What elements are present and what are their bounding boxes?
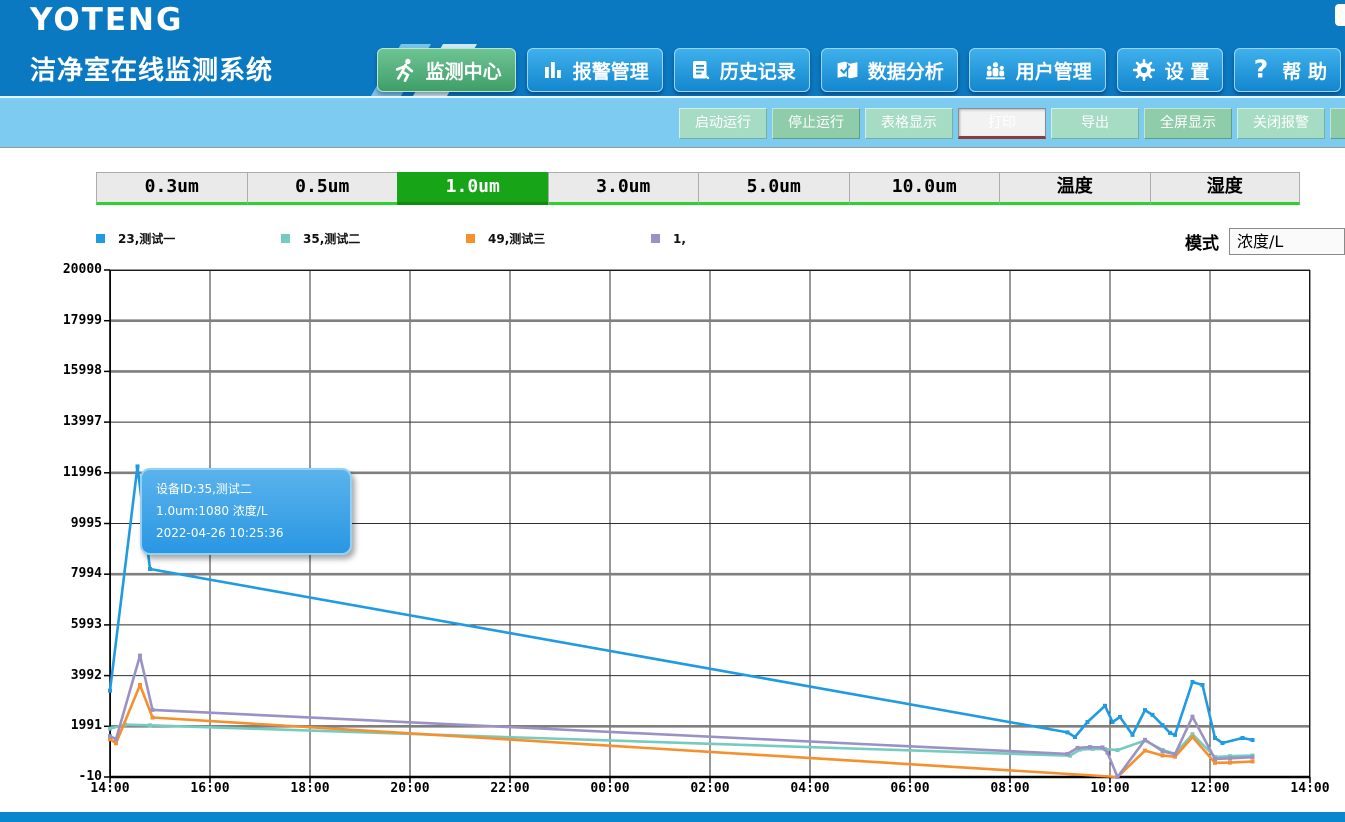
nav-label: 用户管理 [1016,57,1092,84]
legend-item[interactable]: 23,测试一 [96,230,281,247]
question-icon: ? [1248,57,1274,83]
nav-label: 监测中心 [426,57,502,84]
book-chart-icon [835,58,860,83]
nav-data-analysis-button[interactable]: 数据分析 [821,48,958,92]
tab-温度[interactable]: 温度 [999,172,1150,205]
y-axis-label: 15998 [12,363,102,378]
export-button[interactable]: 导出 [1051,108,1139,139]
chart-tooltip: 设备ID:35,测试二 1.0um:1080 浓度/L 2022-04-26 1… [140,468,352,555]
tab-5-0um[interactable]: 5.0um [698,172,849,205]
y-axis-label: 11996 [12,465,102,480]
nav-label: 报警管理 [573,57,649,84]
tooltip-value-line: 1.0um:1080 浓度/L [156,500,336,522]
legend-item[interactable]: 35,测试二 [281,230,466,247]
tab-10-0um[interactable]: 10.0um [849,172,1000,205]
x-axis-label: 00:00 [573,781,647,796]
tab-0-3um[interactable]: 0.3um [96,172,247,205]
legend-swatch [466,234,475,243]
bottom-bar [0,812,1345,822]
legend-label: 35,测试二 [303,230,360,247]
legend-swatch [281,234,290,243]
tab-1-0um[interactable]: 1.0um [397,172,548,205]
y-axis-label: 3992 [12,668,102,683]
nav-label: 设 置 [1165,57,1210,84]
x-axis-label: 20:00 [373,781,447,796]
chart-legend: 23,测试一 35,测试二 49,测试三 1, [96,230,836,247]
legend-item[interactable]: 1, [651,230,836,247]
x-axis-label: 16:00 [173,781,247,796]
x-axis-label: 02:00 [673,781,747,796]
svg-text:?: ? [1254,57,1268,83]
runner-icon [391,57,418,84]
tab-3-0um[interactable]: 3.0um [548,172,699,205]
y-axis-label: 20000 [12,262,102,277]
print-button[interactable]: 打印 [958,108,1046,139]
nav-user-management-button[interactable]: 用户管理 [969,48,1106,92]
y-axis-label: 5993 [12,617,102,632]
legend-label: 1, [673,232,686,246]
y-axis-label: 1991 [12,718,102,733]
mode-select[interactable]: 浓度/L [1229,228,1345,255]
content-area: 0.3um0.5um1.0um3.0um5.0um10.0um温度湿度 23,测… [0,148,1345,812]
x-axis-label: 14:00 [1273,781,1345,796]
legend-label: 23,测试一 [118,230,175,247]
x-axis-label: 10:00 [1073,781,1147,796]
y-axis-label: 13997 [12,414,102,429]
nav-label: 数据分析 [868,57,944,84]
tooltip-time-line: 2022-04-26 10:25:36 [156,522,336,544]
app-window: YOTENG 洁净室在线监测系统 监测中心 报警管理 历史记录 数据分析 用户管理 设 置… [0,0,1345,822]
main-nav: 监测中心 报警管理 历史记录 数据分析 用户管理 设 置? 帮 助 [377,48,1341,92]
channel-tabs: 0.3um0.5um1.0um3.0um5.0um10.0um温度湿度 [96,172,1300,205]
legend-item[interactable]: 49,测试三 [466,230,651,247]
stop-run-button[interactable]: 停止运行 [772,108,860,139]
x-axis-label: 12:00 [1173,781,1247,796]
mode-label: 模式 [1185,229,1219,254]
close-alarm-button[interactable]: 关闭报警 [1237,108,1325,139]
y-axis-label: 7994 [12,566,102,581]
users-icon [983,58,1008,83]
nav-label: 历史记录 [720,57,796,84]
fullscreen-button[interactable]: 全屏显示 [1144,108,1232,139]
x-axis-label: 08:00 [973,781,1047,796]
bar-chart-icon [541,58,565,82]
document-icon [688,58,712,82]
tab-0-5um[interactable]: 0.5um [247,172,398,205]
nav-label: 帮 助 [1282,57,1327,84]
nav-help-button[interactable]: ? 帮 助 [1234,48,1341,92]
mode-control: 模式 浓度/L [1185,228,1345,255]
nav-settings-button[interactable]: 设 置 [1117,48,1224,92]
x-axis-label: 18:00 [273,781,347,796]
legend-swatch [651,234,660,243]
start-run-button[interactable]: 启动运行 [679,108,767,139]
y-axis-label: 17999 [12,313,102,328]
nav-history-records-button[interactable]: 历史记录 [674,48,810,92]
nav-monitor-center-button[interactable]: 监测中心 [377,48,516,92]
window-corner-chip [1335,4,1345,26]
edge-button-button[interactable] [1330,108,1345,139]
x-axis-label: 04:00 [773,781,847,796]
y-axis-label: 9995 [12,516,102,531]
app-logo: YOTENG [30,2,183,38]
x-axis-label: 22:00 [473,781,547,796]
legend-label: 49,测试三 [488,230,545,247]
toolbar: 启动运行停止运行表格显示打印导出全屏显示关闭报警 [0,96,1345,148]
gear-icon [1131,57,1157,83]
app-subtitle: 洁净室在线监测系统 [30,50,273,87]
nav-alarm-management-button[interactable]: 报警管理 [527,48,663,92]
table-view-button[interactable]: 表格显示 [865,108,953,139]
header: YOTENG 洁净室在线监测系统 监测中心 报警管理 历史记录 数据分析 用户管理 设 置… [0,0,1345,96]
x-axis-label: 14:00 [73,781,147,796]
tooltip-device-line: 设备ID:35,测试二 [156,478,336,500]
legend-swatch [96,234,105,243]
tab-湿度[interactable]: 湿度 [1150,172,1301,205]
x-axis-label: 06:00 [873,781,947,796]
